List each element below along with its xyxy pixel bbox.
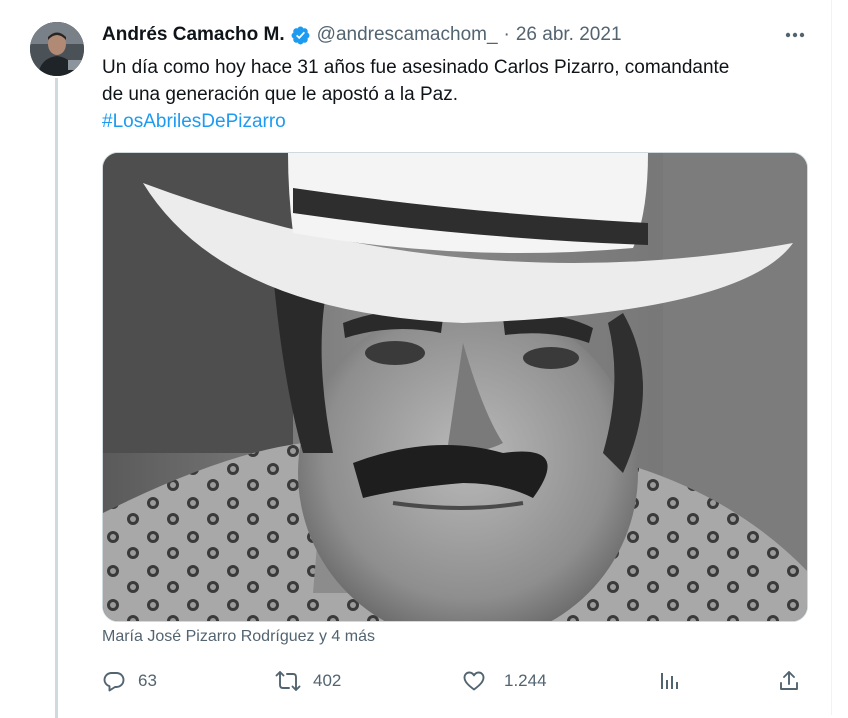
views-icon [658,669,682,693]
share-icon [777,669,801,693]
tweet-photo[interactable] [102,152,808,622]
reply-count: 63 [138,671,157,690]
separator: · [503,24,510,45]
retweet-icon [275,669,301,693]
retweet-button[interactable]: 402 [275,666,341,696]
handle[interactable]: @andrescamachom_ [317,24,498,46]
like-count: 1.244 [504,671,547,690]
tagged-users-link[interactable]: María José Pizarro Rodríguez y 4 más [102,628,375,646]
hashtag-link[interactable]: #LosAbrilesDePizarro [102,108,822,135]
like-icon [462,669,486,693]
timeline-border [831,0,832,715]
thread-line [55,78,58,718]
verified-badge-icon [290,25,311,46]
tweet-text: Un día como hoy hace 31 años fue asesina… [102,54,822,135]
avatar[interactable] [30,22,84,76]
tweet-date[interactable]: 26 abr. 2021 [516,24,622,46]
retweet-count: 402 [313,671,342,690]
like-button[interactable]: 1.244 [462,666,547,696]
more-icon[interactable] [781,25,809,45]
tweet-text-line: Un día como hoy hace 31 años fue asesina… [102,57,730,78]
views-button[interactable] [658,666,682,696]
tweet-header: Andrés Camacho M. @andrescamachom_ · 26 … [102,22,622,48]
tweet-actions: 63 402 1.244 [100,666,812,696]
share-button[interactable] [777,666,801,696]
display-name[interactable]: Andrés Camacho M. [102,24,285,46]
reply-button[interactable]: 63 [102,666,157,696]
tweet[interactable]: Andrés Camacho M. @andrescamachom_ · 26 … [0,0,848,718]
tweet-text-line: de una generación que le apostó a la Paz… [102,84,458,105]
reply-icon [102,669,126,693]
